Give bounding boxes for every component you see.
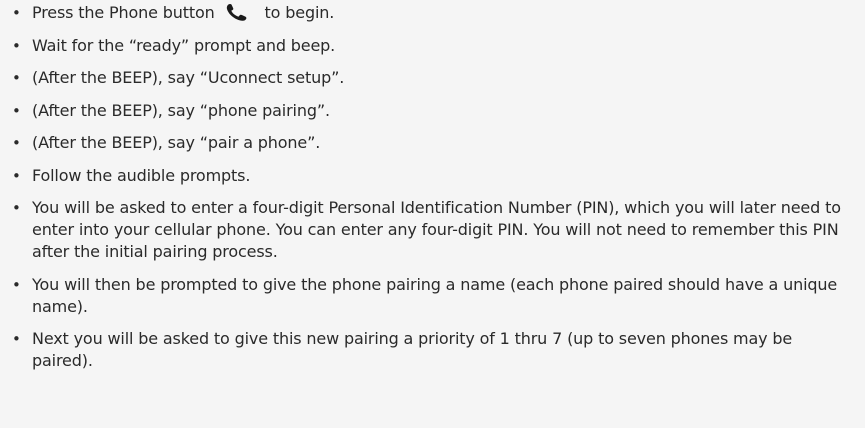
phone-handset-icon bbox=[226, 4, 246, 21]
instruction-page: • Press the Phone button to begin. • Wai… bbox=[0, 0, 865, 428]
bullet: • bbox=[12, 134, 21, 152]
list-item-press-phone-button: • Press the Phone button to begin. bbox=[12, 2, 855, 24]
step-text: Wait for the “ready” prompt and beep. bbox=[32, 35, 336, 55]
bullet: • bbox=[12, 69, 21, 87]
step-text: (After the BEEP), say “phone pairing”. bbox=[32, 100, 330, 120]
step-text: Next you will be asked to give this new … bbox=[32, 329, 793, 370]
bullet: • bbox=[12, 4, 21, 22]
step-text: (After the BEEP), say “Uconnect setup”. bbox=[32, 68, 345, 87]
bullet: • bbox=[12, 199, 21, 217]
list-item: • You will be asked to enter a four-digi… bbox=[12, 197, 855, 263]
bullet: • bbox=[12, 275, 21, 294]
step-text: (After the BEEP), say “pair a phone”. bbox=[32, 133, 321, 152]
step-text: Follow the audible prompts. bbox=[32, 165, 251, 185]
list-item: • (After the BEEP), say “Uconnect setup”… bbox=[12, 67, 855, 89]
list-item: • (After the BEEP), say “phone pairing”. bbox=[12, 100, 855, 122]
bullet: • bbox=[12, 330, 21, 348]
step-text: You will be asked to enter a four-digit … bbox=[32, 198, 841, 261]
list-item: • (After the BEEP), say “pair a phone”. bbox=[12, 132, 855, 154]
list-item: • Next you will be asked to give this ne… bbox=[12, 328, 855, 372]
list-item: • You will then be prompted to give the … bbox=[12, 274, 855, 318]
list-item: • Follow the audible prompts. bbox=[12, 165, 855, 187]
bullet: • bbox=[12, 36, 21, 55]
step-text: You will then be prompted to give the ph… bbox=[32, 274, 838, 316]
bullet: • bbox=[12, 166, 21, 185]
pairing-steps-list: • Press the Phone button to begin. • Wai… bbox=[12, 2, 855, 372]
step-text-before-icon: Press the Phone button bbox=[32, 3, 215, 22]
step-text-after-icon: to begin. bbox=[264, 3, 335, 22]
bullet: • bbox=[12, 101, 21, 120]
list-item: • Wait for the “ready” prompt and beep. bbox=[12, 35, 855, 57]
